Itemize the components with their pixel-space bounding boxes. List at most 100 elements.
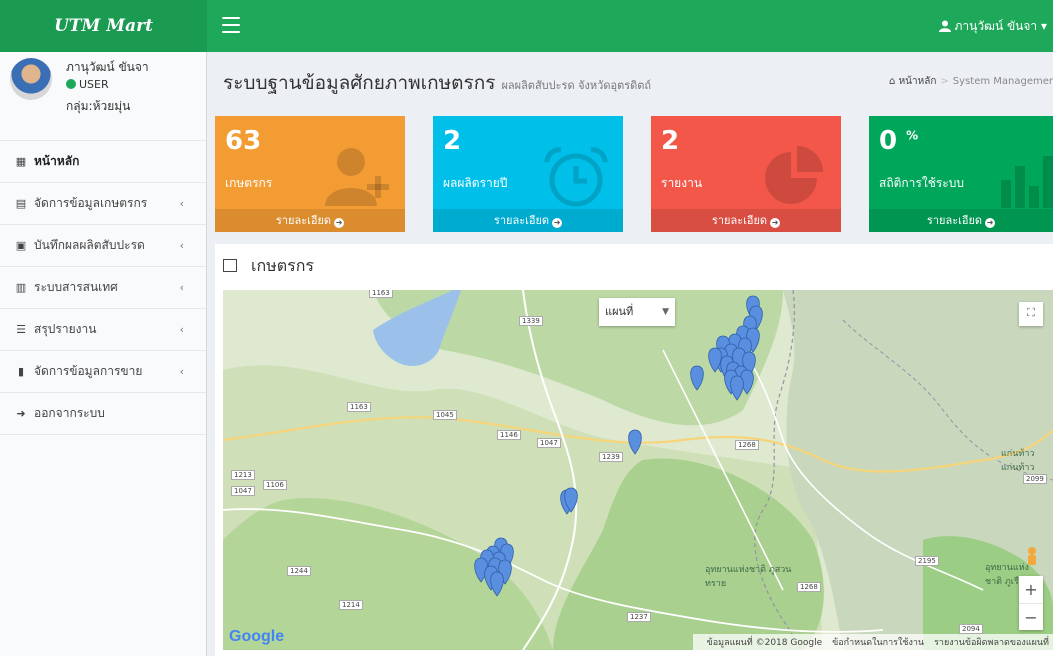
profile-group: กลุ่ม:ห้วยมุ่น	[66, 99, 131, 113]
arrow-circle-right-icon: ➜	[770, 218, 781, 228]
map-terrain	[223, 290, 1053, 650]
arrow-circle-right-icon: ➜	[334, 218, 345, 228]
sign-out-icon: ➜	[16, 407, 26, 420]
road-label: 1163	[369, 290, 393, 298]
breadcrumb: ⌂ หน้าหลัก > System Managemer	[889, 74, 1053, 89]
stat-value: 0 %	[879, 126, 919, 156]
arrow-circle-right-icon: ➜	[552, 218, 563, 228]
page-title: ระบบฐานข้อมูลศักยภาพเกษตรกร ผลผลิตสับปะรด…	[223, 68, 651, 98]
road-label: 2099	[1023, 474, 1047, 484]
road-label: 1239	[599, 452, 623, 462]
top-navbar: UTM Mart ภานุวัฒน์ ขันจา ▾	[0, 0, 1053, 52]
road-label: 1047	[537, 438, 561, 448]
terms-link[interactable]: ข้อกำหนดในการใช้งาน	[832, 638, 924, 648]
list-icon: ▤	[15, 197, 27, 210]
road-label: 1339	[519, 316, 543, 326]
road-label: 1214	[339, 600, 363, 610]
panel-title: เกษตรกร	[223, 254, 314, 279]
stat-unit: %	[906, 128, 919, 143]
user-add-icon	[325, 148, 389, 206]
map-type-value: แผนที่	[605, 305, 634, 318]
chevron-left-icon: ‹	[179, 365, 184, 378]
sidebar-item-label: จัดการข้อมูลการขาย	[34, 364, 143, 378]
zoom-out-button[interactable]: −	[1019, 604, 1043, 631]
caret-down-icon: ▼	[662, 307, 669, 317]
dashboard-icon: ▦	[15, 155, 27, 168]
user-panel: ภานุวัฒน์ ขันจา USER กลุ่ม:ห้วยมุ่น	[0, 52, 206, 140]
breadcrumb-home[interactable]: หน้าหลัก	[899, 76, 937, 87]
home-icon: ⌂	[889, 76, 896, 87]
google-logo: Google	[229, 628, 284, 646]
road-label: 1047	[231, 486, 255, 496]
report-error-link[interactable]: รายงานข้อผิดพลาดของแผนที่	[934, 638, 1049, 648]
stat-label: เกษตรกร	[225, 176, 273, 190]
stat-label: รายงาน	[661, 176, 703, 190]
zoom-in-button[interactable]: +	[1019, 576, 1043, 604]
chevron-left-icon: ‹	[179, 197, 184, 210]
user-icon	[938, 20, 951, 32]
panel-title-text: เกษตรกร	[251, 256, 314, 275]
chevron-left-icon: ‹	[179, 239, 184, 252]
app-logo[interactable]: UTM Mart	[0, 0, 207, 52]
top-user-name: ภานุวัฒน์ ขันจา	[954, 19, 1038, 33]
sidebar-menu: ▦ หน้าหลัก ▤ จัดการข้อมูลเกษตรกร ‹ ▣ บันทึกผ…	[0, 140, 206, 435]
sidebar-item-farmers[interactable]: ▤ จัดการข้อมูลเกษตรกร ‹	[0, 182, 206, 224]
stat-more-link[interactable]: รายละเอียด ➜	[433, 209, 623, 232]
stat-value: 63	[225, 126, 262, 156]
google-logo-text: Google	[229, 628, 285, 645]
briefcase-icon: ▣	[15, 239, 27, 252]
sidebar-item-sales[interactable]: ▮ จัดการข้อมูลการขาย ‹	[0, 350, 206, 392]
road-label: 1268	[797, 582, 821, 592]
stat-label: สถิติการใช้ระบบ	[879, 176, 964, 190]
map-type-select[interactable]: แผนที่ ▼	[599, 298, 675, 326]
stat-more-link[interactable]: รายละเอียด ➜	[215, 209, 405, 232]
sidebar-item-pineapple-yield[interactable]: ▣ บันทึกผลผลิตสับปะรด ‹	[0, 224, 206, 266]
road-label: 2094	[959, 624, 983, 634]
bar-chart-icon: ▥	[15, 281, 27, 294]
sidebar-item-label: ระบบสารสนเทศ	[34, 280, 118, 294]
stat-more-link[interactable]: รายละเอียด ➜	[869, 209, 1053, 232]
sidebar-item-reports[interactable]: ☰ สรุปรายงาน ‹	[0, 308, 206, 350]
online-dot-icon	[66, 79, 76, 89]
sidebar-item-label: สรุปรายงาน	[34, 322, 97, 336]
stat-more-link[interactable]: รายละเอียด ➜	[651, 209, 841, 232]
main-content: ระบบฐานข้อมูลศักยภาพเกษตรกร ผลผลิตสับปะรด…	[207, 52, 1053, 656]
stat-box-reports: 2 รายงาน รายละเอียด ➜	[651, 116, 841, 232]
stat-box-yearly-yield: 2 ผลผลิตรายปี รายละเอียด ➜	[433, 116, 623, 232]
stat-label: ผลผลิตรายปี	[443, 176, 508, 190]
fullscreen-icon: ⛶	[1027, 306, 1035, 319]
stat-box-farmers: 63 เกษตรกร รายละเอียด ➜	[215, 116, 405, 232]
sidebar-item-label: ออกจากระบบ	[34, 406, 105, 420]
sidebar-toggle-icon[interactable]	[222, 17, 240, 38]
user-menu[interactable]: ภานุวัฒน์ ขันจา ▾	[938, 0, 1047, 52]
place-label: แก่นท้าว แก่นท้าว	[1001, 449, 1035, 473]
road-label: 1106	[263, 480, 287, 490]
stat-value: 2	[443, 126, 462, 156]
sidebar-item-label: หน้าหลัก	[34, 154, 80, 168]
place-label: อุทยานแห่งชาติ ภูสวนทราย	[705, 565, 792, 589]
arrow-circle-right-icon: ➜	[985, 218, 996, 228]
street-view-pegman-icon[interactable]	[1021, 546, 1043, 570]
caret-down-icon: ▾	[1040, 19, 1047, 33]
sidebar-item-logout[interactable]: ➜ ออกจากระบบ	[0, 392, 206, 435]
page-title-text: ระบบฐานข้อมูลศักยภาพเกษตรกร	[223, 72, 496, 94]
road-label: 1146	[497, 430, 521, 440]
stat-box-usage: 0 % สถิติการใช้ระบบ รายละเอียด ➜	[869, 116, 1053, 232]
road-label: 1268	[735, 440, 759, 450]
pie-chart-icon	[765, 146, 823, 204]
table-icon: ☰	[16, 323, 26, 336]
road-label: 1163	[347, 402, 371, 412]
fullscreen-button[interactable]: ⛶	[1019, 302, 1043, 326]
breadcrumb-current: System Managemer	[952, 76, 1053, 87]
sidebar-item-information[interactable]: ▥ ระบบสารสนเทศ ‹	[0, 266, 206, 308]
avatar	[10, 58, 52, 100]
bar-chart-icon	[1001, 156, 1053, 208]
sidebar: ภานุวัฒน์ ขันจา USER กลุ่ม:ห้วยมุ่น ▦ หน้…	[0, 52, 207, 656]
profile-name: ภานุวัฒน์ ขันจา	[66, 60, 149, 74]
profile-role: USER	[79, 78, 109, 91]
map-attribution: ข้อมูลแผนที่ ©2018 Google ข้อกำหนดในการใช…	[692, 634, 1053, 650]
road-label: 1045	[433, 410, 457, 420]
google-map[interactable]: 1163 1339 1163 1045 1146 1047 1239 1268 …	[223, 290, 1053, 650]
alarm-clock-icon	[544, 147, 608, 207]
sidebar-item-home[interactable]: ▦ หน้าหลัก	[0, 140, 206, 182]
